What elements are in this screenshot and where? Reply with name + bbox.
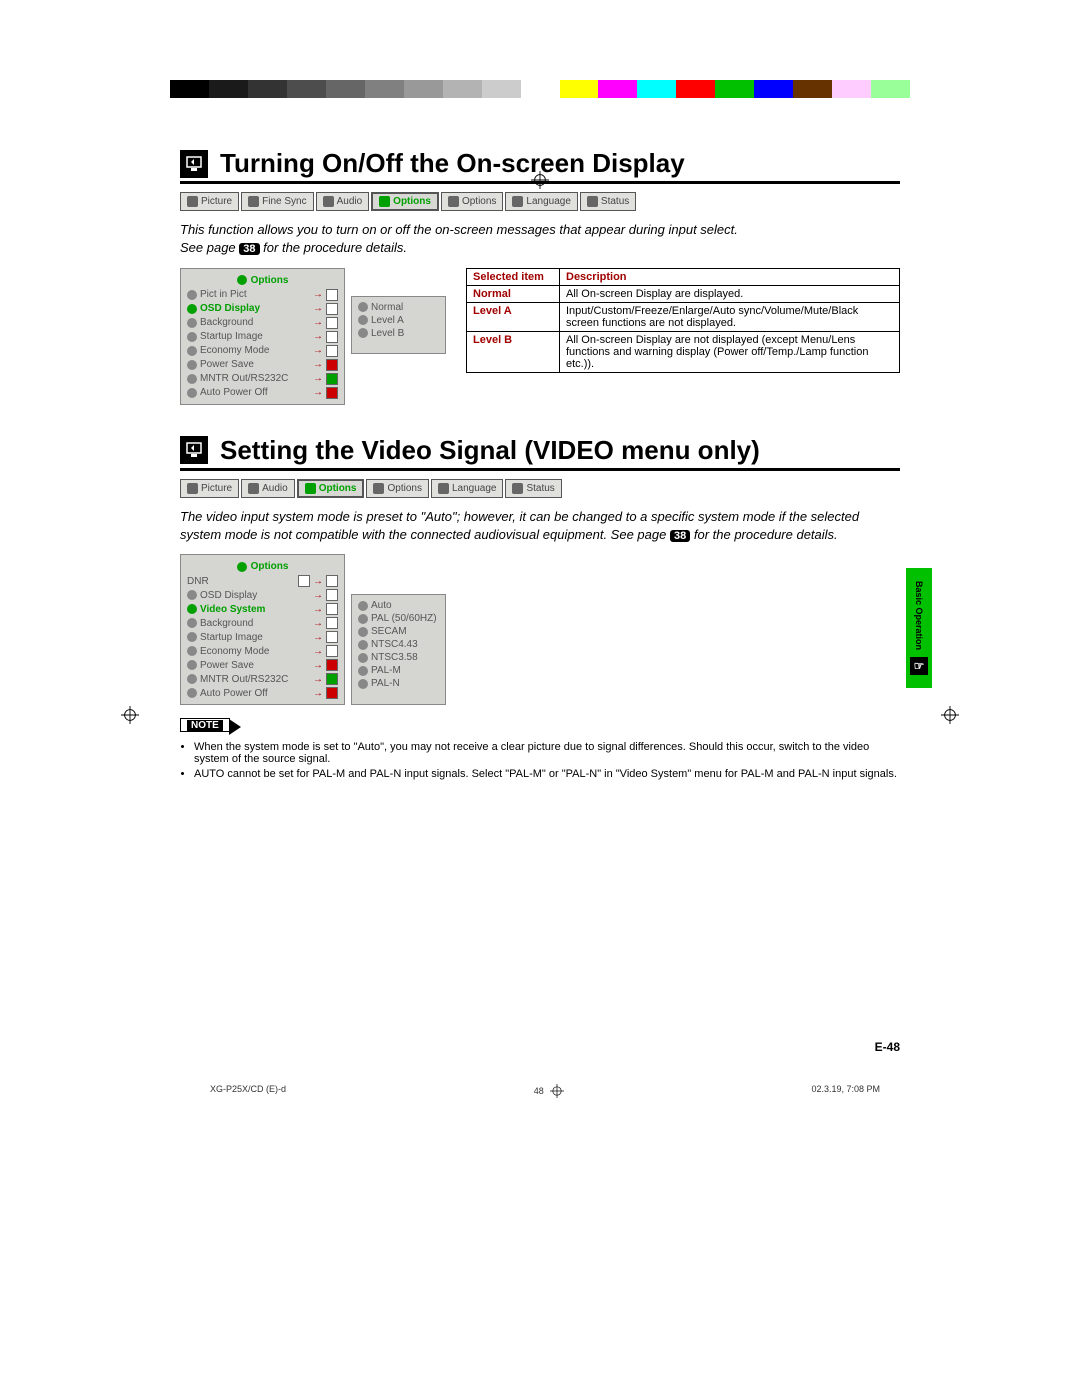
panel-item: Auto Power Off→ [185, 686, 340, 700]
tab-icon [512, 483, 523, 494]
th-selected: Selected item [467, 268, 560, 285]
printer-color-bar [170, 80, 910, 98]
footer-left: XG-P25X/CD (E)-d [210, 1084, 286, 1098]
options-panel-2: Options DNR→ OSD Display→Video System→Ba… [180, 554, 345, 705]
tab-icon [187, 483, 198, 494]
options-panel-1: Options Pict in Pict→OSD Display→Backgro… [180, 268, 345, 405]
table-row: Level AInput/Custom/Freeze/Enlarge/Auto … [467, 302, 900, 331]
tab-audio: Audio [316, 192, 370, 211]
sub-item: NTSC3.58 [356, 651, 441, 664]
panel2-dnr: DNR→ [185, 574, 340, 588]
panel2-title: Options [185, 559, 340, 574]
note-item: When the system mode is set to "Auto", y… [194, 741, 900, 765]
reg-mark-left [120, 705, 140, 725]
th-desc: Description [560, 268, 900, 285]
sub-item: PAL (50/60HZ) [356, 612, 441, 625]
section2-title: Setting the Video Signal (VIDEO menu onl… [220, 435, 760, 466]
tab-icon [448, 196, 459, 207]
tab-icon [248, 483, 259, 494]
menu-tabs-1: PictureFine SyncAudioOptionsOptionsLangu… [180, 192, 900, 211]
tab-fine-sync: Fine Sync [241, 192, 313, 211]
panel-item: OSD Display→ [185, 302, 340, 316]
panel-item: Economy Mode→ [185, 344, 340, 358]
panel-item: Startup Image→ [185, 330, 340, 344]
section1-desc-a: This function allows you to turn on or o… [180, 222, 738, 237]
sub-item: SECAM [356, 625, 441, 638]
tab-language: Language [505, 192, 578, 211]
osd-table: Selected item Description NormalAll On-s… [466, 268, 900, 373]
panel-item: Power Save→ [185, 658, 340, 672]
page-ref-1: 38 [239, 243, 259, 255]
tab-icon [305, 483, 316, 494]
page-ref-2: 38 [670, 530, 690, 542]
section1-icon [180, 150, 208, 178]
side-tab-icon: ☞ [910, 657, 928, 675]
section1-header: Turning On/Off the On-screen Display [180, 148, 900, 184]
tab-status: Status [580, 192, 636, 211]
section1-desc: This function allows you to turn on or o… [180, 221, 900, 258]
sub-item: Level B [356, 327, 441, 340]
sub-item: Normal [356, 301, 441, 314]
panel-item: Pict in Pict→ [185, 288, 340, 302]
tab-icon [438, 483, 449, 494]
note-item: AUTO cannot be set for PAL-M and PAL-N i… [194, 768, 900, 780]
tab-options: Options [371, 192, 439, 211]
table-row: Level BAll On-screen Display are not dis… [467, 331, 900, 372]
tab-icon [248, 196, 259, 207]
section1-desc-b1: See page [180, 240, 236, 255]
tab-icon [323, 196, 334, 207]
section2-desc-b: for the procedure details. [694, 527, 838, 542]
panel-item: Economy Mode→ [185, 644, 340, 658]
tab-icon [512, 196, 523, 207]
panel-item: Video System→ [185, 602, 340, 616]
panel-item: Auto Power Off→ [185, 386, 340, 400]
tab-icon [187, 196, 198, 207]
page-number: E-48 [0, 1040, 900, 1054]
sub-panel-2: AutoPAL (50/60HZ)SECAMNTSC4.43NTSC3.58PA… [351, 594, 446, 705]
tab-picture: Picture [180, 479, 239, 498]
tab-picture: Picture [180, 192, 239, 211]
sub-item: PAL-M [356, 664, 441, 677]
reg-mark-right [940, 705, 960, 725]
section1-title: Turning On/Off the On-screen Display [220, 148, 685, 179]
sub-item: PAL-N [356, 677, 441, 690]
menu-tabs-2: PictureAudioOptionsOptionsLanguageStatus [180, 479, 900, 498]
footer-right: 02.3.19, 7:08 PM [811, 1084, 880, 1098]
reg-mark-bottom [550, 1084, 564, 1098]
notes-list: When the system mode is set to "Auto", y… [180, 741, 900, 780]
table-row: NormalAll On-screen Display are displaye… [467, 285, 900, 302]
footer-center: 48 [534, 1084, 564, 1098]
tab-options: Options [297, 479, 365, 498]
sub-item: NTSC4.43 [356, 638, 441, 651]
tab-audio: Audio [241, 479, 295, 498]
sub-item: Auto [356, 599, 441, 612]
section2-header: Setting the Video Signal (VIDEO menu onl… [180, 435, 900, 471]
panel-item: Startup Image→ [185, 630, 340, 644]
section1-desc-b2: for the procedure details. [263, 240, 407, 255]
footer: XG-P25X/CD (E)-d 48 02.3.19, 7:08 PM [210, 1084, 880, 1098]
tab-options: Options [366, 479, 428, 498]
sub-item: Level A [356, 314, 441, 327]
tab-language: Language [431, 479, 504, 498]
sub-panel-1: NormalLevel ALevel B [351, 296, 446, 354]
tab-icon [587, 196, 598, 207]
panel-item: MNTR Out/RS232C→ [185, 672, 340, 686]
side-tab: Basic Operation ☞ [906, 568, 932, 688]
side-tab-text: Basic Operation [914, 581, 924, 650]
panel-item: Power Save→ [185, 358, 340, 372]
tab-status: Status [505, 479, 561, 498]
note-block: NOTE When the system mode is set to "Aut… [180, 715, 900, 780]
section2-icon [180, 436, 208, 464]
note-label: NOTE [180, 718, 230, 732]
panel-item: OSD Display→ [185, 588, 340, 602]
tab-options: Options [441, 192, 503, 211]
section2-desc: The video input system mode is preset to… [180, 508, 900, 545]
panel-item: MNTR Out/RS232C→ [185, 372, 340, 386]
panel-item: Background→ [185, 616, 340, 630]
panel-item: Background→ [185, 316, 340, 330]
panel1-title: Options [185, 273, 340, 288]
tab-icon [379, 196, 390, 207]
tab-icon [373, 483, 384, 494]
